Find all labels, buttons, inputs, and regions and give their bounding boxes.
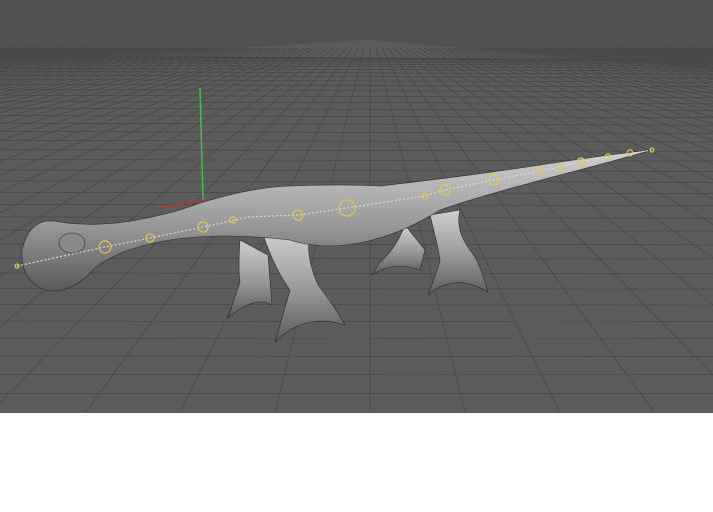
viewport-scene bbox=[0, 40, 713, 413]
3d-viewport[interactable] bbox=[0, 0, 713, 413]
lizard-eye bbox=[58, 232, 86, 254]
blank-area bbox=[0, 413, 713, 512]
grid-line bbox=[0, 320, 713, 322]
